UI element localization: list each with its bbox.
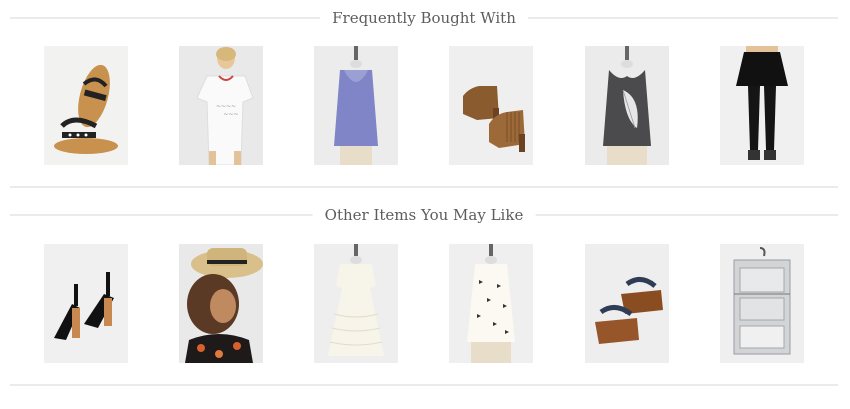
skirt-leggings-icon (720, 46, 804, 165)
section-heading-frequently-bought: Frequently Bought With (10, 9, 838, 27)
svg-text:~~~: ~~~ (223, 111, 238, 118)
product-tile-lace-dress[interactable] (314, 244, 398, 363)
bird-print-top-icon (449, 244, 533, 363)
product-tile-bird-print-top[interactable] (449, 244, 533, 363)
platform-wedges-icon (585, 244, 669, 363)
periwinkle-tank-icon (314, 46, 398, 165)
block-heels-icon (44, 244, 128, 363)
section-heading-other-items: Other Items You May Like (10, 206, 838, 224)
sandals-icon (44, 46, 128, 165)
product-tile-block-heels[interactable] (44, 244, 128, 363)
fringe-booties-icon (449, 46, 533, 165)
product-tile-platform-wedges[interactable] (585, 244, 669, 363)
section-divider (10, 384, 838, 386)
tshirt-dress-icon: ~~~~ ~~~ (179, 46, 263, 165)
product-tile-sandals[interactable] (44, 46, 128, 165)
section-divider (10, 186, 838, 188)
section-title: Frequently Bought With (320, 9, 528, 27)
product-tile-fringe-booties[interactable] (449, 46, 533, 165)
svg-text:~~~~: ~~~~ (216, 103, 236, 110)
product-tile-periwinkle-tank[interactable] (314, 46, 398, 165)
travel-organizer-icon (720, 244, 804, 363)
straw-hat-model-icon (179, 244, 263, 363)
product-row-other-items (0, 244, 850, 364)
product-tile-feather-tank[interactable] (585, 46, 669, 165)
section-title: Other Items You May Like (312, 206, 536, 224)
lace-dress-icon (314, 244, 398, 363)
product-row-frequently-bought: ~~~~ ~~~ (0, 46, 850, 166)
feather-tank-icon (585, 46, 669, 165)
product-tile-tshirt-dress[interactable]: ~~~~ ~~~ (179, 46, 263, 165)
product-tile-straw-hat[interactable] (179, 244, 263, 363)
product-tile-skirt-leggings[interactable] (720, 46, 804, 165)
product-tile-travel-organizer[interactable] (720, 244, 804, 363)
